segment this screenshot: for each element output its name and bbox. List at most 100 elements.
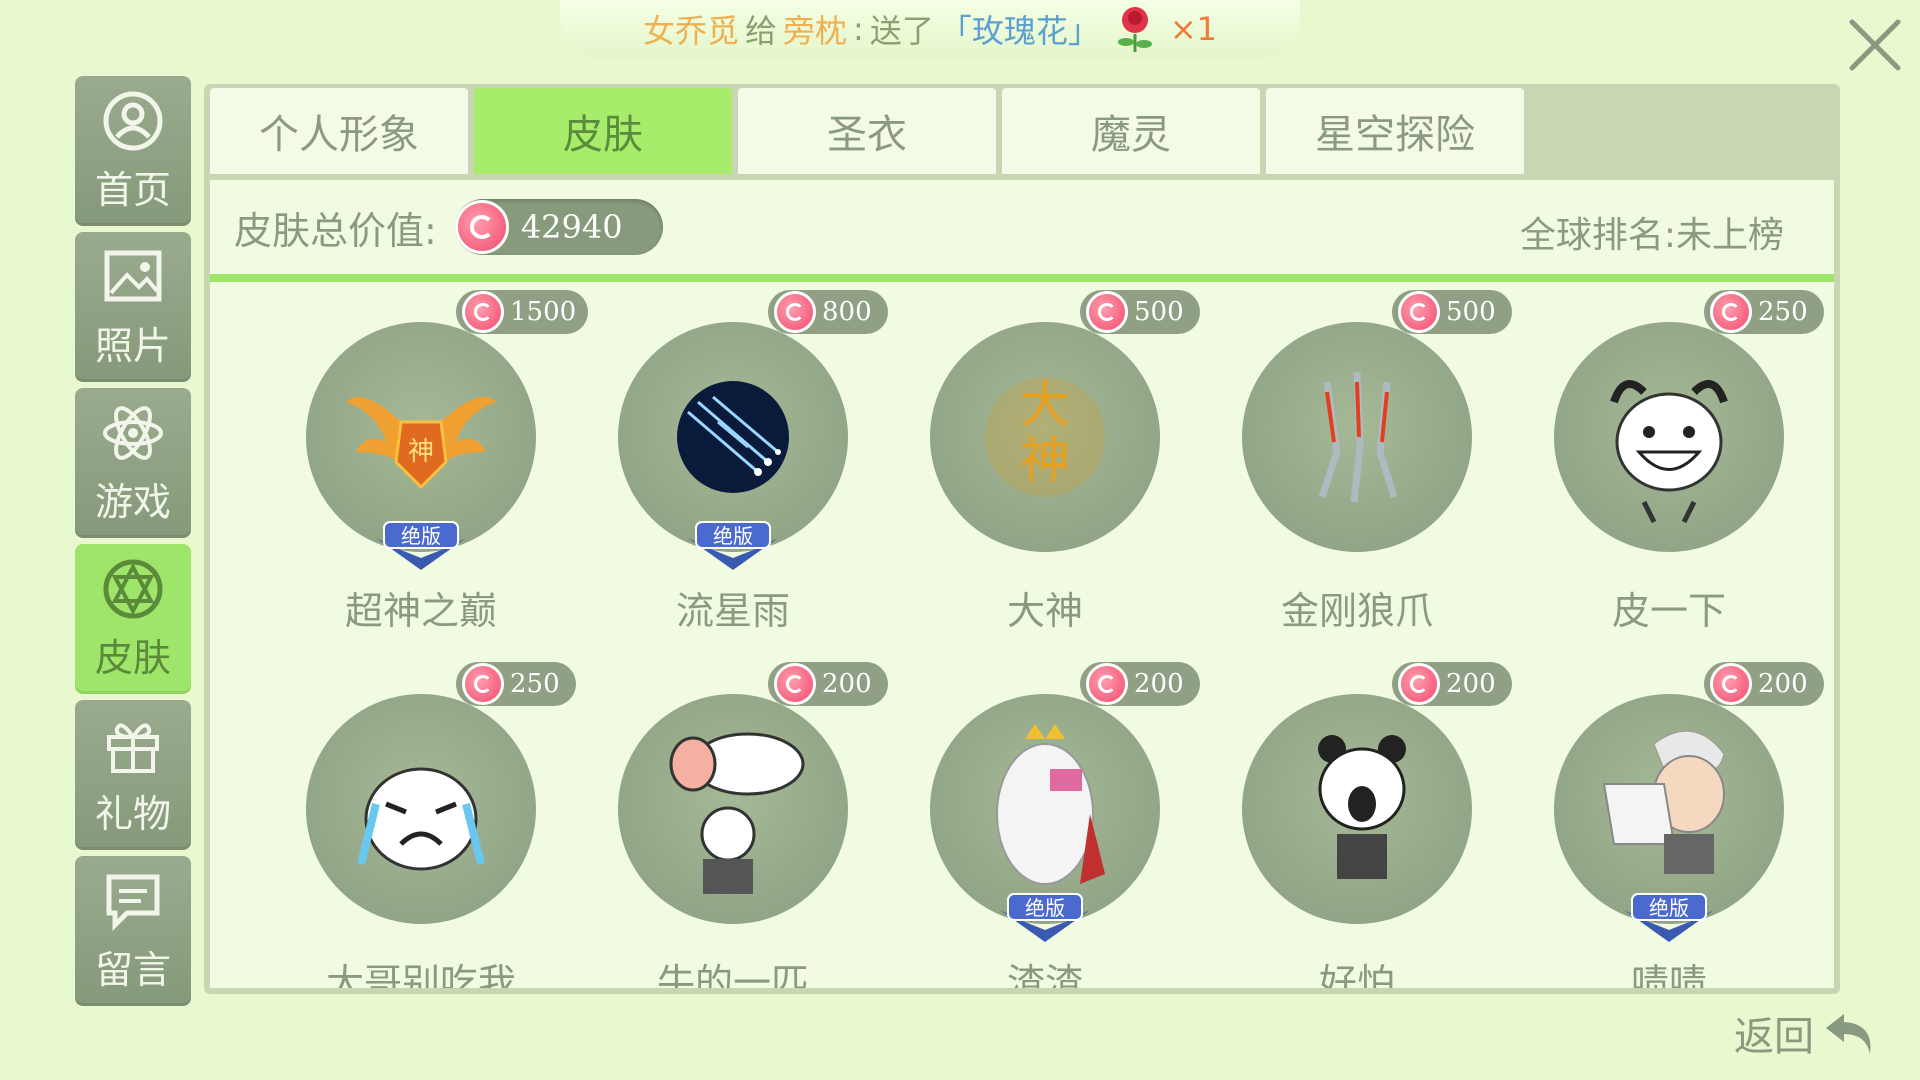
coin-icon (774, 663, 816, 705)
cow-panda-icon (669, 732, 805, 894)
sidebar-item-label: 皮肤 (94, 635, 171, 680)
user-icon (103, 91, 163, 150)
sidebar-item-photos[interactable]: 照片 (75, 232, 191, 382)
skin-card[interactable]: 200 绝版 啧啧 (1508, 662, 1824, 988)
tab-avatar[interactable]: 个人形象 (210, 88, 468, 174)
rose-icon (1112, 4, 1158, 54)
claw-icon (1318, 371, 1398, 503)
sidebar-item-label: 礼物 (94, 791, 171, 836)
skin-price: 200 (822, 669, 872, 699)
gift-icon (107, 722, 159, 773)
skin-name: 金刚狼爪 (1280, 589, 1433, 633)
sidebar: 首页 照片 游戏 皮肤 礼物 留言 (75, 76, 191, 1012)
skin-card[interactable]: 250 大哥别吃我 (260, 662, 576, 988)
total-value: 42940 (520, 208, 623, 246)
limited-edition-badge: 绝版 (1624, 893, 1714, 942)
atom-icon (103, 405, 163, 460)
global-rank: 全球排名:未上榜 (1519, 215, 1784, 256)
coin-icon (1086, 291, 1128, 333)
price-badge: 500 (1080, 290, 1200, 334)
price-badge: 200 (1080, 662, 1200, 706)
skin-card[interactable]: 200 好怕 (1196, 662, 1512, 988)
skin-price: 200 (1758, 669, 1808, 699)
skin-name: 流星雨 (675, 589, 790, 633)
sidebar-item-label: 留言 (94, 947, 171, 992)
close-icon[interactable] (1840, 10, 1910, 80)
back-label: 返回 (1734, 1014, 1814, 1060)
limited-edition-badge: 绝版 (376, 521, 466, 570)
notice-receiver: 旁枕 (783, 12, 848, 50)
tab-star-adventure[interactable]: 星空探险 (1266, 88, 1524, 174)
skin-name: 大神 (1006, 589, 1083, 633)
svg-text:绝版: 绝版 (401, 524, 441, 548)
da-shen-text-icon: 大 神 (985, 376, 1105, 497)
notice-connector: 给 (745, 12, 778, 50)
skin-grid: 神 1500 绝版 超神之巅 800 绝版 流星雨 大 神 500 大神 500… (210, 290, 1834, 988)
skins-content: 皮肤总价值: 42940 全球排名:未上榜 神 1500 绝版 超神之巅 800… (210, 180, 1834, 988)
skin-price: 250 (510, 669, 560, 699)
value-summary: 皮肤总价值: 42940 全球排名:未上榜 (210, 180, 1834, 282)
back-arrow-icon (1826, 1014, 1871, 1054)
svg-text:神: 神 (408, 437, 434, 467)
skins-panel: 个人形象 皮肤 圣衣 魔灵 星空探险 皮肤总价值: 42940 全球排名:未上榜… (204, 84, 1840, 994)
skin-name: 超神之巅 (344, 589, 497, 633)
skin-name: 渣渣 (1006, 961, 1083, 988)
notice-gift: 「玫瑰花」 (939, 12, 1100, 50)
skin-name: 好怕 (1318, 961, 1395, 988)
tab-spirits[interactable]: 魔灵 (1002, 88, 1260, 174)
sidebar-item-messages[interactable]: 留言 (75, 856, 191, 1006)
price-badge: 250 (1704, 290, 1824, 334)
total-value-label: 皮肤总价值: (234, 208, 437, 253)
price-badge: 250 (456, 662, 576, 706)
skin-price: 800 (822, 297, 872, 327)
skin-name: 大哥别吃我 (325, 961, 516, 988)
scared-panda-icon (1318, 735, 1406, 879)
grin-face-icon (1610, 380, 1728, 524)
tab-skins[interactable]: 皮肤 (474, 88, 732, 174)
crying-face-icon (357, 767, 485, 871)
skin-card[interactable]: 500 金刚狼爪 (1196, 290, 1512, 660)
sidebar-item-label: 首页 (94, 167, 171, 212)
tab-holy-armor[interactable]: 圣衣 (738, 88, 996, 174)
price-badge: 1500 (456, 290, 589, 334)
sidebar-item-label: 照片 (94, 323, 171, 368)
photo-icon (104, 250, 162, 301)
svg-text:绝版: 绝版 (713, 524, 753, 548)
notice-action: 送了 (869, 12, 934, 50)
sidebar-item-home[interactable]: 首页 (75, 76, 191, 226)
coin-icon (454, 200, 509, 254)
price-badge: 800 (768, 290, 888, 334)
limited-edition-badge: 绝版 (688, 521, 778, 570)
skin-card[interactable]: 250 皮一下 (1508, 290, 1824, 660)
skin-card[interactable]: 神 1500 绝版 超神之巅 (260, 290, 589, 660)
skin-name: 牛的一匹 (656, 961, 809, 988)
price-badge: 200 (1392, 662, 1512, 706)
limited-edition-badge: 绝版 (1000, 893, 1090, 942)
notice-count: ×1 (1169, 10, 1218, 48)
svg-text:绝版: 绝版 (1025, 896, 1065, 920)
sidebar-item-label: 游戏 (94, 479, 171, 524)
skin-card[interactable]: 200 绝版 渣渣 (884, 662, 1200, 988)
svg-text:绝版: 绝版 (1649, 896, 1689, 920)
notice-sender: 女乔觅 (642, 12, 739, 50)
sidebar-item-skins[interactable]: 皮肤 (75, 544, 191, 694)
skin-card[interactable]: 200 牛的一匹 (572, 662, 888, 988)
coin-icon (1710, 663, 1752, 705)
coin-icon (462, 291, 504, 333)
price-badge: 200 (768, 662, 888, 706)
price-badge: 500 (1392, 290, 1512, 334)
back-button[interactable]: 返回 (1734, 1004, 1878, 1062)
sidebar-item-games[interactable]: 游戏 (75, 388, 191, 538)
skin-price: 500 (1446, 297, 1496, 327)
coin-icon (1398, 291, 1440, 333)
price-badge: 200 (1704, 662, 1824, 706)
skin-name: 皮一下 (1611, 589, 1726, 633)
coin-icon (1710, 291, 1752, 333)
sidebar-item-gifts[interactable]: 礼物 (75, 700, 191, 850)
skin-price: 200 (1134, 669, 1184, 699)
skin-price: 250 (1758, 297, 1808, 327)
coin-icon (1086, 663, 1128, 705)
message-icon (106, 874, 160, 931)
skin-card[interactable]: 800 绝版 流星雨 (572, 290, 888, 660)
skin-card[interactable]: 大 神 500 大神 (884, 290, 1200, 660)
